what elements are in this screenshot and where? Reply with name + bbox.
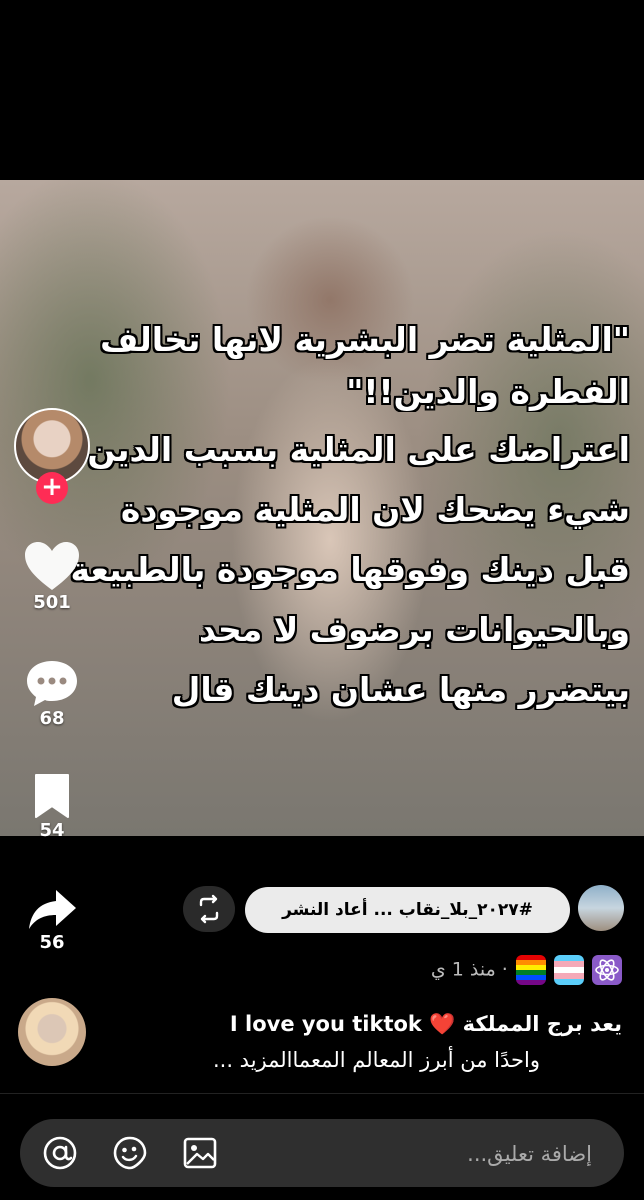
comment-text-line2[interactable]: واحدًا من أبرز المعالم المعماالمزيد ... [213,1048,540,1072]
overlay-text-line: اعتراضك على المثلية بسبب الدين [87,430,630,469]
overlay-text-line: "المثلية تضر البشرية لانها تخالف [100,320,630,359]
repost-button[interactable] [183,886,235,932]
save-count: 54 [39,820,65,841]
follow-button[interactable]: + [36,472,68,504]
repost-icon [199,894,219,924]
creator-avatar-group[interactable]: + [14,408,90,504]
share-count: 56 [39,932,65,953]
overlay-text-line: شيء يضحك لان المثلية موجودة [120,490,630,529]
at-icon[interactable] [42,1135,78,1171]
comment-text-line1[interactable]: يعد برج المملكة ❤️ I love you tiktok [230,1012,622,1037]
comment-count: 68 [39,708,65,729]
plus-icon: + [41,472,63,502]
heart-icon[interactable] [23,540,81,592]
overlay-text-line: بيتضرر منها عشان دينك قال [171,670,630,709]
save-action[interactable]: 54 [0,772,104,841]
overlay-text-line: الفطرة والدين!!" [346,372,630,411]
reposter-avatar[interactable] [578,885,624,931]
commenter-avatar[interactable] [18,998,86,1066]
divider [0,1093,644,1094]
atom-emoji-icon [592,955,622,985]
repost-label[interactable]: #٢٠٢٧_بلا_نقاب ... أعاد النشر [245,887,570,933]
bookmark-icon[interactable] [32,772,72,820]
comment-bar[interactable] [20,1119,624,1189]
comment-action[interactable]: 68 [0,658,104,729]
like-action[interactable]: 501 [0,540,104,613]
post-time: · منذ 1 ي [430,958,508,981]
video-frame[interactable]: "المثلية تضر البشرية لانها تخالف الفطرة … [0,180,644,836]
overlay-text-line: وبالحيوانات برضوف لا محد [198,610,630,649]
comment-input[interactable] [210,1119,594,1189]
emoji-icon[interactable] [112,1135,148,1171]
rainbow-flag-icon [515,955,546,985]
like-count: 501 [33,592,71,613]
share-action[interactable]: 56 [0,886,104,953]
share-arrow-icon[interactable] [26,886,78,932]
transgender-flag-icon [553,955,584,985]
speech-bubble-icon[interactable] [24,658,80,708]
meta-line: · منذ 1 ي [431,955,622,985]
overlay-text-line: قبل دينك وفوقها موجودة بالطبيعة [70,550,630,589]
